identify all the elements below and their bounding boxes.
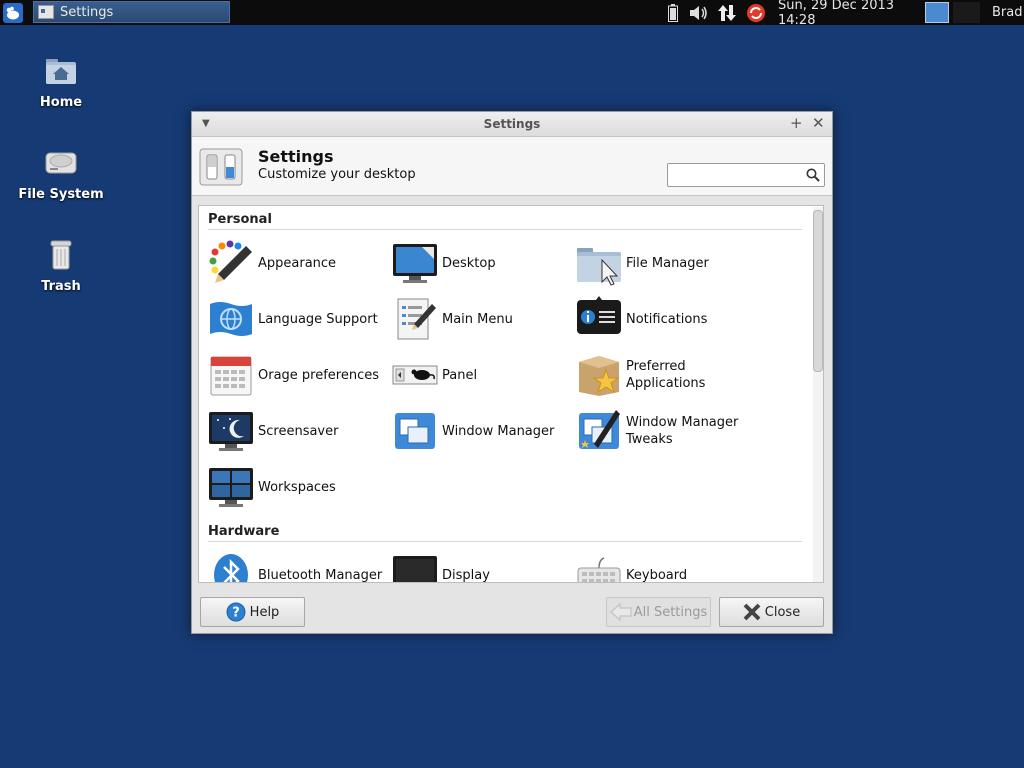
appearance-icon xyxy=(208,240,254,286)
bluetooth-icon xyxy=(208,552,254,582)
user-name[interactable]: Brad xyxy=(992,0,1024,25)
settings-item-label: Preferred Applications xyxy=(626,359,706,391)
maximize-icon[interactable]: + xyxy=(790,114,803,132)
settings-item-orage-preferences[interactable]: Orage preferences xyxy=(208,350,388,400)
home-folder-icon xyxy=(16,55,106,91)
settings-item-label: Window Manager xyxy=(442,424,555,439)
all-settings-label: All Settings xyxy=(633,604,708,620)
back-arrow-icon xyxy=(609,603,632,621)
settings-item-label: Window Manager Tweaks xyxy=(626,415,739,447)
desktop-icon-label: Trash xyxy=(41,279,81,294)
settings-item-label: Display xyxy=(442,568,490,583)
close-button[interactable]: Close xyxy=(719,597,824,627)
settings-item-keyboard[interactable]: Keyboard xyxy=(576,550,756,583)
keyboard-icon xyxy=(576,552,622,582)
desktop-icon-label: File System xyxy=(18,187,104,202)
settings-item-display[interactable]: Display xyxy=(392,550,572,583)
desktop-icon-file-system[interactable]: File System xyxy=(16,147,106,202)
desktop-icon-label: Home xyxy=(39,95,83,110)
settings-item-window-manager-tweaks[interactable]: Window Manager Tweaks xyxy=(576,406,756,456)
settings-item-desktop[interactable]: Desktop xyxy=(392,238,572,288)
settings-window-icon xyxy=(38,5,54,19)
screensaver-icon xyxy=(208,408,254,454)
workspace-1-button[interactable] xyxy=(925,2,949,23)
settings-item-label: Bluetooth Manager xyxy=(258,568,383,583)
desktop-icon-home[interactable]: Home xyxy=(16,55,106,110)
section-divider xyxy=(208,541,802,542)
calendar-icon xyxy=(208,352,254,398)
settings-item-screensaver[interactable]: Screensaver xyxy=(208,406,388,456)
settings-item-main-menu[interactable]: Main Menu xyxy=(392,294,572,344)
taskbar-button-settings[interactable]: Settings xyxy=(33,1,230,23)
settings-header: Settings Customize your desktop xyxy=(192,137,832,196)
top-panel: Settings Sun, 29 Dec 2013 14:28 Brad xyxy=(0,0,1024,28)
header-subtitle: Customize your desktop xyxy=(258,167,416,182)
settings-item-label: Panel xyxy=(442,368,478,383)
settings-item-label: Screensaver xyxy=(258,424,339,439)
settings-item-panel[interactable]: Panel xyxy=(392,350,572,400)
scrollbar-thumb[interactable] xyxy=(813,210,823,372)
file-manager-icon xyxy=(576,240,622,286)
hard-drive-icon xyxy=(16,147,106,183)
applications-menu-button[interactable] xyxy=(0,0,25,25)
help-button-label: Help xyxy=(249,604,280,620)
taskbar-button-label: Settings xyxy=(60,4,114,20)
search-icon[interactable] xyxy=(806,168,820,186)
settings-item-label: Language Support xyxy=(258,312,378,327)
clock[interactable]: Sun, 29 Dec 2013 14:28 xyxy=(778,0,918,28)
workspace-2-button[interactable] xyxy=(953,2,980,23)
section-title-personal: Personal xyxy=(208,212,272,227)
settings-item-label: Desktop xyxy=(442,256,496,271)
section-title-hardware: Hardware xyxy=(208,524,280,539)
settings-item-notifications[interactable]: Notifications xyxy=(576,294,756,344)
header-title: Settings xyxy=(258,147,334,166)
window-manager-icon xyxy=(392,408,438,454)
settings-item-label: Notifications xyxy=(626,312,708,327)
volume-icon[interactable] xyxy=(688,0,710,25)
network-icon[interactable] xyxy=(716,0,738,25)
all-settings-button[interactable]: All Settings xyxy=(606,597,711,627)
settings-window: ▼ Settings + ✕ Settings Customize your d… xyxy=(191,111,833,634)
svg-text:?: ? xyxy=(232,606,240,621)
settings-item-workspaces[interactable]: Workspaces xyxy=(208,462,388,512)
preferred-applications-icon xyxy=(576,352,622,398)
settings-item-window-manager[interactable]: Window Manager xyxy=(392,406,572,456)
window-title: Settings xyxy=(483,117,541,131)
settings-item-label: File Manager xyxy=(626,256,709,271)
settings-item-preferred-applications[interactable]: Preferred Applications xyxy=(576,350,756,400)
close-button-label: Close xyxy=(764,604,801,620)
search-input[interactable] xyxy=(672,166,804,186)
settings-item-label: Workspaces xyxy=(258,480,336,495)
settings-item-label: Appearance xyxy=(258,256,337,271)
settings-item-bluetooth-manager[interactable]: Bluetooth Manager xyxy=(208,550,388,583)
desktop-icon xyxy=(392,240,438,286)
close-window-icon[interactable]: ✕ xyxy=(812,114,825,132)
xfce-mouse-icon xyxy=(2,2,23,23)
trash-icon xyxy=(16,239,106,275)
settings-list: Personal Appearance Desktop File Manager xyxy=(198,205,824,583)
window-titlebar[interactable]: ▼ Settings + ✕ xyxy=(192,112,832,137)
panel-icon xyxy=(392,352,438,398)
main-menu-icon xyxy=(392,296,438,342)
settings-item-file-manager[interactable]: File Manager xyxy=(576,238,756,288)
help-icon: ? xyxy=(226,602,246,622)
settings-item-label: Orage preferences xyxy=(258,368,380,383)
settings-item-label: Main Menu xyxy=(442,312,513,327)
language-support-icon xyxy=(208,296,254,342)
battery-icon[interactable] xyxy=(667,0,679,25)
workspaces-icon xyxy=(208,464,254,510)
close-x-icon xyxy=(743,603,761,621)
notifications-icon xyxy=(576,296,622,342)
search-field[interactable] xyxy=(667,163,825,187)
display-icon xyxy=(392,552,438,582)
settings-item-language-support[interactable]: Language Support xyxy=(208,294,388,344)
section-divider xyxy=(208,229,802,230)
settings-item-appearance[interactable]: Appearance xyxy=(208,238,388,288)
update-manager-icon[interactable] xyxy=(745,0,767,25)
desktop-icon-trash[interactable]: Trash xyxy=(16,239,106,294)
window-manager-tweaks-icon xyxy=(576,408,622,454)
help-button[interactable]: ? Help xyxy=(200,597,305,627)
settings-item-label: Keyboard xyxy=(626,568,688,583)
settings-toggle-icon xyxy=(199,148,243,186)
